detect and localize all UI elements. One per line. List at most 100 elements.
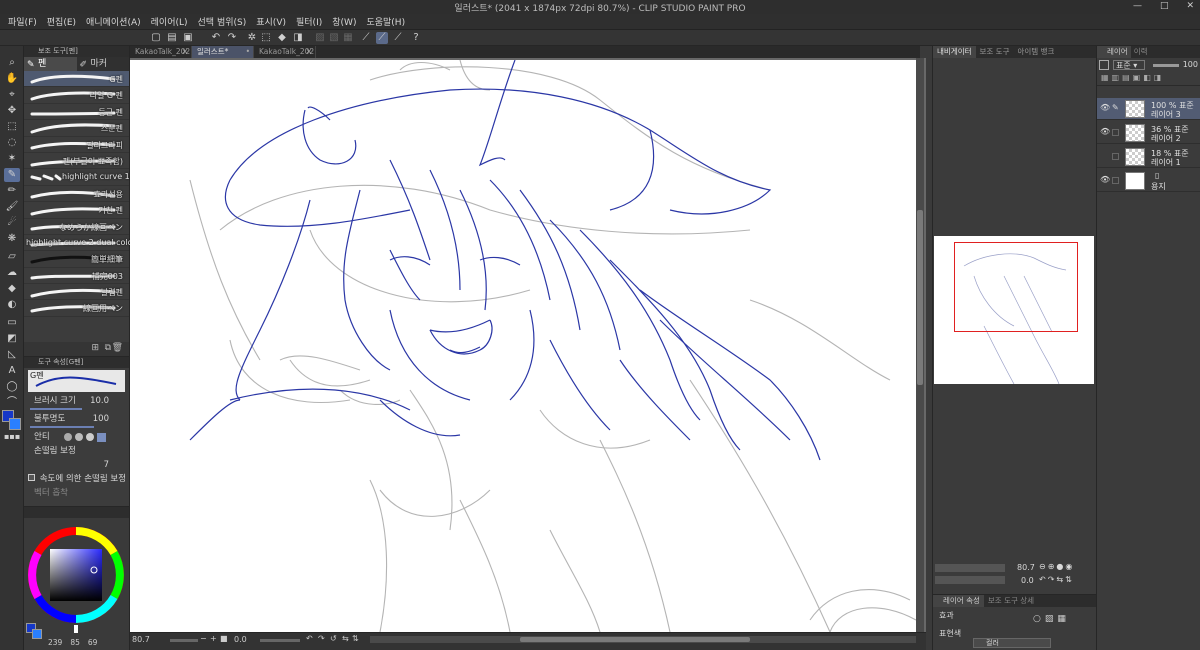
navigator-rotate-slider[interactable] [935, 576, 1005, 584]
line-correction-tool-icon[interactable]: ⌒ [4, 396, 20, 410]
brush-size-value[interactable]: 10.0 [90, 394, 109, 408]
stabilization-value[interactable]: 7 [104, 458, 109, 472]
navigator-view-rect[interactable] [954, 242, 1078, 332]
crop-icon[interactable]: ▧ [328, 32, 340, 44]
tab-layer-property[interactable]: 레이어 속성 [933, 595, 984, 607]
flip-vertical-icon[interactable]: ⇅ [352, 634, 359, 643]
tab-marker[interactable]: ✐ 마커 [77, 57, 130, 71]
open-icon[interactable]: ▤ [166, 32, 178, 44]
tab-item-bank[interactable]: 아이템 뱅크 [1013, 46, 1058, 58]
close-icon[interactable]: ✕ [182, 46, 188, 58]
add-subtool-icon[interactable]: ⊞ [91, 343, 99, 353]
copy-subtool-icon[interactable]: ⧉ [105, 343, 111, 353]
pen-tool-icon[interactable]: ✎ [4, 168, 20, 182]
menu-animation[interactable]: 애니메이션(A) [86, 15, 141, 28]
show-selection-icon[interactable]: ▦ [342, 32, 354, 44]
brush-item[interactable]: 거친 펜 [24, 202, 129, 219]
eraser-tool-icon[interactable]: ▱ [4, 250, 20, 264]
brush-item[interactable]: 둥근 펜 [24, 104, 129, 121]
tab-layer[interactable]: 레이어 [1097, 46, 1131, 58]
snap-grid-icon[interactable]: ⟋ [392, 32, 404, 44]
layer-opacity-slider[interactable] [1153, 64, 1179, 67]
stabilization-row[interactable]: 손떨림 보정 [24, 444, 129, 458]
speed-stabilize-row[interactable]: 속도에 의한 손떨림 보정 [24, 472, 129, 486]
close-button[interactable]: ✕ [1186, 1, 1194, 11]
figure-tool-icon[interactable]: ▭ [4, 316, 20, 330]
balloon-tool-icon[interactable]: ◯ [4, 380, 20, 394]
hand-tool-icon[interactable]: ✋ [4, 72, 20, 86]
rotation-readout[interactable]: 0.0 [234, 635, 247, 644]
eye-icon[interactable]: 👁 [1100, 103, 1110, 112]
redo-icon[interactable]: ↷ [226, 32, 238, 44]
zoom-slider[interactable] [170, 639, 198, 642]
fit-icon[interactable]: ■ [220, 634, 228, 643]
doc-tab-1[interactable]: KakaoTalk_202 ✕ [130, 46, 192, 58]
sub-color-swatch[interactable] [9, 418, 21, 430]
sub-color-mini-swatch[interactable] [32, 629, 42, 639]
transform-icon[interactable]: ⬚ [260, 32, 272, 44]
vector-snap-row[interactable]: 벡터 흡착 [24, 486, 129, 500]
eye-icon[interactable]: 👁 [1100, 175, 1110, 184]
horizontal-scrollbar-thumb[interactable] [520, 637, 750, 642]
brush-size-row[interactable]: 브러시 크기 10.0 [24, 394, 129, 408]
brush-item[interactable]: なめらか線画ペン [24, 219, 129, 235]
brush-item[interactable]: highlight curve 1 [24, 169, 130, 186]
blend-mode-select[interactable]: 표준 ▾ [1113, 60, 1145, 70]
reset-rotation-icon[interactable]: ↺ [330, 634, 337, 643]
pencil-tool-icon[interactable]: ✏ [4, 184, 20, 198]
brush-item[interactable]: 필리그라피 [24, 137, 129, 153]
eye-icon[interactable]: 👁 [1100, 127, 1110, 136]
doc-tab-3[interactable]: KakaoTalk_202 ✕ [254, 46, 316, 58]
rotate-left-icon[interactable]: ↶ [306, 634, 313, 643]
selection-tool-icon[interactable]: ⬚ [4, 120, 20, 134]
close-icon[interactable]: ✕ [306, 46, 312, 58]
menu-layer[interactable]: 레이어(L) [151, 15, 188, 28]
layer-tool-icons[interactable]: ▦▥▤▣◧◨ [1101, 73, 1164, 82]
navigator-zoom-slider[interactable] [935, 564, 1005, 572]
rotation-slider[interactable] [260, 639, 300, 642]
antialias-options[interactable] [64, 433, 106, 442]
layer-row[interactable]: 👁 ✎ 100 % 표준 레이어 3 [1097, 98, 1200, 120]
invert-selection-icon[interactable]: ▨ [314, 32, 326, 44]
menu-view[interactable]: 표시(V) [256, 15, 286, 28]
decoration-tool-icon[interactable]: ❋ [4, 232, 20, 246]
menu-file[interactable]: 파일(F) [8, 15, 37, 28]
snap-special-ruler-icon[interactable]: ⟋ [376, 32, 388, 44]
brush-tool-icon[interactable]: 🖌 [4, 200, 20, 214]
brush-item[interactable]: 스푼펜 [24, 120, 129, 137]
brush-item[interactable]: G펜 [24, 71, 129, 88]
close-icon[interactable]: • [246, 46, 250, 58]
speed-stabilize-checkbox[interactable] [28, 474, 35, 481]
menu-window[interactable]: 창(W) [332, 15, 356, 28]
menu-selection[interactable]: 선택 범위(S) [198, 15, 247, 28]
new-file-icon[interactable]: ▢ [150, 32, 162, 44]
tab-subtool[interactable]: 보조 도구 [976, 46, 1014, 58]
brush-item[interactable]: highlight curve 2 dual color [24, 235, 136, 252]
fill-tool-icon[interactable]: ◆ [4, 282, 20, 296]
opacity-value[interactable]: 100 [93, 412, 109, 426]
lasso-tool-icon[interactable]: ◌ [4, 136, 20, 150]
move-tool-icon[interactable]: ✥ [4, 104, 20, 118]
delete-subtool-icon[interactable]: 🗑 [112, 343, 123, 353]
brush-item[interactable]: 리얼 G 펜 [24, 87, 129, 104]
zoom-tool-icon[interactable]: ⌕ [4, 56, 20, 70]
navigator-zoom-value[interactable]: 80.7 [1017, 563, 1035, 572]
layer-opacity-value[interactable]: 100 [1183, 60, 1198, 69]
tab-navigator[interactable]: 내비게이터 [933, 46, 976, 58]
layer-lock-box[interactable] [1112, 129, 1119, 136]
undo-icon[interactable]: ↶ [210, 32, 222, 44]
snap-ruler-icon[interactable]: ⟋ [360, 32, 372, 44]
zoom-out-icon[interactable]: − [200, 634, 207, 643]
vertical-scrollbar-thumb[interactable] [917, 210, 923, 385]
brush-item[interactable]: 펜(부글이 뾰족함) [24, 153, 129, 170]
gradient-tool-icon[interactable]: ◐ [4, 298, 20, 312]
horizontal-scrollbar[interactable] [370, 636, 916, 643]
save-icon[interactable]: ▣ [182, 32, 194, 44]
airbrush-tool-icon[interactable]: ☄ [4, 216, 20, 230]
menu-help[interactable]: 도움말(H) [366, 15, 405, 28]
rotate-right-icon[interactable]: ↷ [318, 634, 325, 643]
tab-subtool-detail[interactable]: 보조 도구 상세 [984, 595, 1038, 607]
menu-filter[interactable]: 필터(I) [296, 15, 322, 28]
text-tool-icon[interactable]: A [4, 364, 20, 378]
layer-row[interactable]: 👁 36 % 표준 레이어 2 [1097, 122, 1200, 144]
